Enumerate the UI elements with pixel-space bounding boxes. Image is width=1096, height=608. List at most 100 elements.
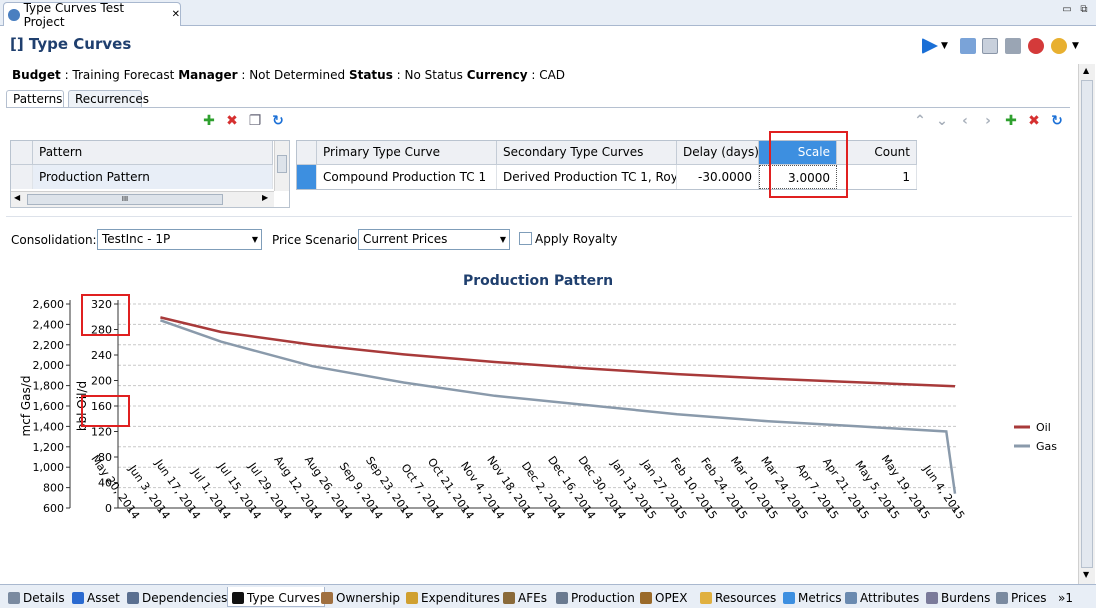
gas-tick-label: 2,000	[33, 359, 65, 372]
bottom-tab-metrics[interactable]: Metrics	[779, 587, 846, 607]
bottom-tab-afes[interactable]: AFEs	[499, 587, 551, 607]
bottom-tab-burdens[interactable]: Burdens	[922, 587, 994, 607]
delete-icon[interactable]	[1028, 38, 1044, 54]
pattern-table: Pattern Production Pattern ◀ III ▶	[10, 140, 290, 208]
pattern-horizontal-scrollbar[interactable]: ◀ III ▶	[11, 191, 274, 207]
bottom-tab-dependencies[interactable]: Dependencies	[123, 587, 231, 607]
manager-value: Not Determined	[249, 68, 346, 82]
count-cell[interactable]: 1	[837, 165, 917, 189]
editor-tab-bar: Type Curves Test Project ✕ ▭ ⧉	[0, 0, 1096, 29]
scroll-left-icon[interactable]: ◀	[14, 193, 20, 202]
bottom-tab-details[interactable]: Details	[4, 587, 69, 607]
secondary-type-curves-cell[interactable]: Derived Production TC 1, Roya...	[497, 165, 677, 189]
bottom-tab-label: Expenditures	[421, 591, 500, 605]
gas-tick-label: 800	[43, 482, 64, 495]
bottom-tab-label: Asset	[87, 591, 120, 605]
tab-icon	[406, 592, 418, 604]
row-selector[interactable]	[297, 165, 317, 189]
refresh-pattern-icon[interactable]: ↻	[270, 113, 286, 129]
legend-label-gas: Gas	[1036, 440, 1057, 453]
oil-tick-label: 0	[105, 502, 112, 515]
legend-label-oil: Oil	[1036, 421, 1051, 434]
transfer-icon[interactable]	[1005, 38, 1021, 54]
tab-icon	[72, 592, 84, 604]
scroll-thumb[interactable]	[277, 155, 287, 173]
manager-label: Manager	[178, 68, 238, 82]
add-pattern-icon[interactable]: ✚	[201, 113, 217, 129]
move-right-icon[interactable]: ›	[980, 113, 996, 129]
refresh-dropdown-icon[interactable]: ▼	[1072, 41, 1079, 51]
move-down-icon[interactable]: ⌄	[934, 113, 950, 129]
status-value: No Status	[404, 68, 463, 82]
scroll-right-icon[interactable]: ▶	[262, 193, 268, 202]
pattern-column-header[interactable]: Pattern	[33, 141, 273, 165]
gas-tick-label: 1,200	[33, 441, 65, 454]
bottom-tab-attributes[interactable]: Attributes	[841, 587, 923, 607]
bottom-tab-prices[interactable]: Prices	[992, 587, 1051, 607]
price-scenario-select[interactable]: Current Prices ▼	[358, 229, 510, 250]
chevron-down-icon: ▼	[499, 235, 506, 244]
bottom-tab-ownership[interactable]: Ownership	[317, 587, 404, 607]
secondary-type-curves-header[interactable]: Secondary Type Curves	[497, 141, 677, 165]
tab-patterns[interactable]: Patterns	[6, 90, 64, 108]
scroll-thumb[interactable]	[1081, 80, 1093, 568]
budget-info-bar: Budget : Training Forecast Manager : Not…	[12, 68, 566, 82]
tab-icon	[926, 592, 938, 604]
add-curve-icon[interactable]: ✚	[1003, 113, 1019, 129]
close-tab-icon[interactable]: ✕	[172, 9, 180, 20]
table-row[interactable]: Production Pattern	[33, 165, 273, 189]
bottom-tab-production[interactable]: Production	[552, 587, 639, 607]
refresh-curve-icon[interactable]: ↻	[1049, 113, 1065, 129]
refresh-icon[interactable]	[1051, 38, 1067, 54]
oil-tick-label: 200	[91, 375, 112, 388]
maximize-icon[interactable]: ⧉	[1077, 4, 1091, 18]
minimize-icon[interactable]: ▭	[1060, 4, 1074, 18]
pattern-vertical-scrollbar[interactable]	[274, 141, 289, 191]
delete-pattern-icon[interactable]: ✖	[224, 113, 240, 129]
apply-royalty-checkbox[interactable]	[519, 232, 532, 245]
primary-type-curve-header[interactable]: Primary Type Curve	[317, 141, 497, 165]
delay-days-cell[interactable]: -30.0000	[677, 165, 759, 189]
bottom-tab-label: Attributes	[860, 591, 920, 605]
gas-tick-label: 1,800	[33, 380, 65, 393]
editor-tab[interactable]: Type Curves Test Project ✕	[3, 0, 181, 29]
run-dropdown-icon[interactable]: ▼	[941, 41, 948, 51]
bottom-tab-type-curves[interactable]: Type Curves	[227, 587, 326, 607]
bottom-tab-label: Type Curves	[247, 590, 321, 605]
page-title: [] Type Curves	[10, 35, 132, 53]
export-icon[interactable]	[960, 38, 976, 54]
editor-tab-title: Type Curves Test Project	[23, 0, 125, 29]
move-left-icon[interactable]: ‹	[957, 113, 973, 129]
bottom-tab-asset[interactable]: Asset	[68, 587, 124, 607]
consolidation-label: Consolidation:	[11, 233, 97, 247]
row-selector[interactable]	[11, 165, 33, 189]
count-header[interactable]: Count	[837, 141, 917, 165]
bottom-tab-resources[interactable]: Resources	[696, 587, 780, 607]
tab-icon	[845, 592, 857, 604]
gas-tick-label: 2,600	[33, 298, 65, 311]
currency-label: Currency	[466, 68, 528, 82]
bottom-tab-expenditures[interactable]: Expenditures	[402, 587, 504, 607]
copy-icon[interactable]	[982, 38, 998, 54]
run-icon[interactable]	[922, 38, 938, 54]
move-up-icon[interactable]: ⌃	[912, 113, 928, 129]
main-vertical-scrollbar[interactable]: ▲ ▼	[1078, 64, 1095, 584]
delay-days-header[interactable]: Delay (days)	[677, 141, 759, 165]
price-scenario-label: Price Scenario:	[272, 233, 362, 247]
scroll-up-icon[interactable]: ▲	[1083, 66, 1089, 75]
bottom-tab-label: Metrics	[798, 591, 842, 605]
copy-pattern-icon[interactable]: ❐	[247, 113, 263, 129]
scroll-down-icon[interactable]: ▼	[1083, 570, 1089, 579]
scroll-thumb[interactable]: III	[27, 194, 223, 205]
project-icon	[8, 8, 20, 21]
series-line-oil	[160, 316, 956, 388]
tab-recurrences[interactable]: Recurrences	[68, 90, 149, 108]
bottom-tab-label: Prices	[1011, 591, 1047, 605]
tab-overflow-button[interactable]: »1	[1054, 587, 1077, 607]
consolidation-select[interactable]: TestInc - 1P ▼	[97, 229, 262, 250]
delete-curve-icon[interactable]: ✖	[1026, 113, 1042, 129]
primary-type-curve-cell[interactable]: Compound Production TC 1	[317, 165, 497, 189]
gas-tick-label: 2,200	[33, 339, 65, 352]
bottom-tab-label: Ownership	[336, 591, 400, 605]
bottom-tab-opex[interactable]: OPEX	[636, 587, 691, 607]
